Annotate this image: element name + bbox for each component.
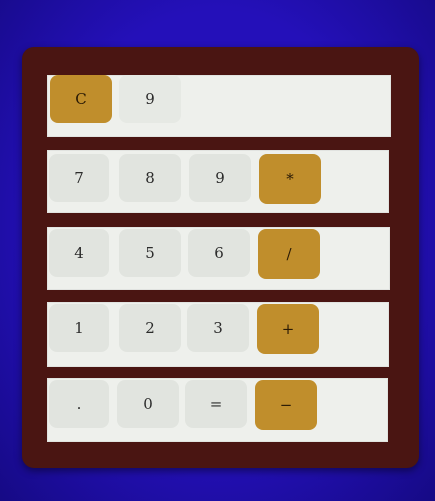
keypad-row-bottom: . 0 = − — [47, 378, 388, 442]
subtract-button[interactable]: − — [255, 380, 317, 430]
digit-0-button[interactable]: 0 — [117, 380, 179, 428]
multiply-button[interactable]: * — [259, 154, 321, 204]
digit-5-button[interactable]: 5 — [119, 229, 181, 277]
digit-8-button[interactable]: 8 — [119, 154, 181, 202]
calculator-frame: C 9 7 8 9 * 4 5 6 / 1 2 3 + . 0 = − — [22, 47, 419, 468]
keypad-row-123: 1 2 3 + — [47, 302, 389, 367]
digit-6-button[interactable]: 6 — [188, 229, 250, 277]
digit-1-button[interactable]: 1 — [49, 304, 109, 352]
decimal-point-button[interactable]: . — [49, 380, 109, 428]
clear-button[interactable]: C — [50, 75, 112, 123]
screen: { "colors": { "background": "#2410b9", "… — [0, 0, 435, 501]
display-row: C 9 — [47, 75, 391, 137]
digit-3-button[interactable]: 3 — [187, 304, 249, 352]
digit-4-button[interactable]: 4 — [49, 229, 109, 277]
digit-7-button[interactable]: 7 — [49, 154, 109, 202]
display-value: 9 — [119, 75, 181, 123]
equals-button[interactable]: = — [185, 380, 247, 428]
digit-9-button[interactable]: 9 — [189, 154, 251, 202]
keypad-row-456: 4 5 6 / — [47, 227, 390, 290]
divide-button[interactable]: / — [258, 229, 320, 279]
add-button[interactable]: + — [257, 304, 319, 354]
keypad-row-789: 7 8 9 * — [47, 150, 389, 213]
digit-2-button[interactable]: 2 — [119, 304, 181, 352]
